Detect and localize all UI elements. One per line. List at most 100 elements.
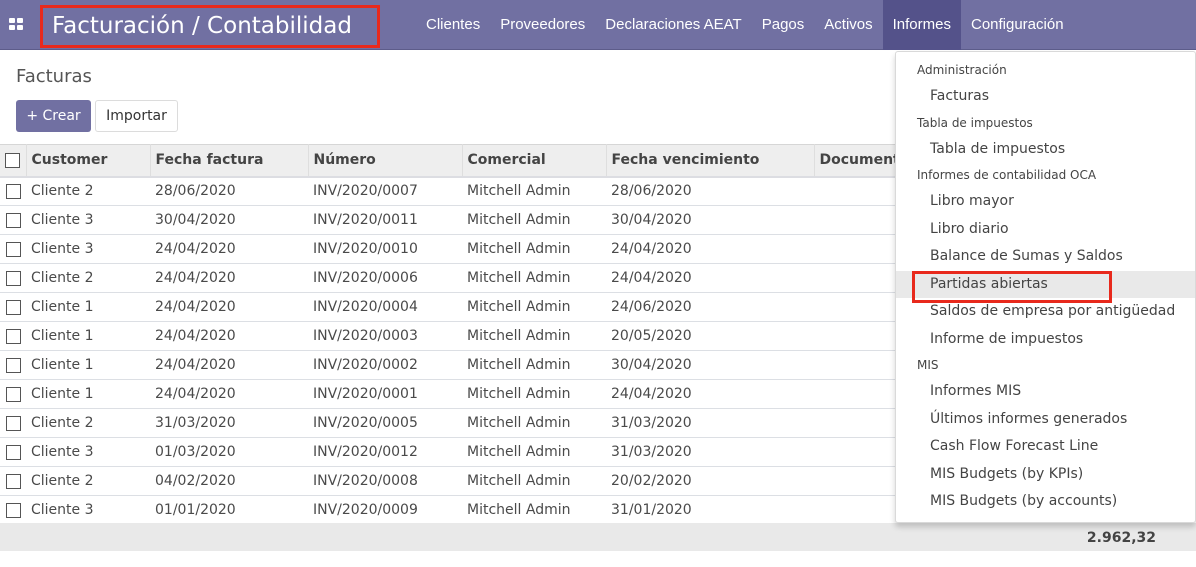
number-cell: INV/2020/0008 <box>308 466 462 496</box>
salesperson-cell: Mitchell Admin <box>462 437 606 467</box>
salesperson-cell: Mitchell Admin <box>462 176 606 206</box>
row-checkbox[interactable] <box>0 263 26 293</box>
customer-cell: Cliente 3 <box>26 205 150 235</box>
row-checkbox[interactable] <box>0 408 26 438</box>
salesperson-cell: Mitchell Admin <box>462 350 606 380</box>
menu-item-clientes[interactable]: Clientes <box>416 0 490 50</box>
row-checkbox[interactable] <box>0 205 26 235</box>
row-checkbox[interactable] <box>0 466 26 496</box>
app-brand-title[interactable]: Facturación / Contabilidad <box>40 5 380 48</box>
annotation-highlight-box <box>912 271 1112 303</box>
row-checkbox[interactable] <box>0 176 26 206</box>
customer-cell: Cliente 3 <box>26 437 150 467</box>
due-date-cell: 31/03/2020 <box>606 408 814 438</box>
page-title: Facturas <box>16 66 92 87</box>
row-checkbox[interactable] <box>0 234 26 264</box>
row-checkbox[interactable] <box>0 437 26 467</box>
due-date-cell: 24/04/2020 <box>606 379 814 409</box>
number-cell: INV/2020/0002 <box>308 350 462 380</box>
menu-item-informes[interactable]: Informes <box>882 0 961 50</box>
dropdown-item-mis-budgets-by-kpis[interactable]: MIS Budgets (by KPIs) <box>896 461 1195 489</box>
informes-dropdown-menu: Administración Facturas Tabla de impuestos… <box>895 51 1196 523</box>
invoice-date-cell: 24/04/2020 <box>150 350 308 380</box>
salesperson-cell: Mitchell Admin <box>462 234 606 264</box>
salesperson-cell: Mitchell Admin <box>462 379 606 409</box>
salesperson-cell: Mitchell Admin <box>462 495 606 525</box>
invoice-date-cell: 28/06/2020 <box>150 176 308 206</box>
dropdown-item-mis-budgets-by-accounts[interactable]: MIS Budgets (by accounts) <box>896 488 1195 516</box>
column-header-customer[interactable]: Customer <box>26 144 151 178</box>
customer-cell: Cliente 1 <box>26 292 150 322</box>
dropdown-item-balance-de-sumas-y-saldos[interactable]: Balance de Sumas y Saldos <box>896 243 1195 271</box>
menu-item-activos[interactable]: Activos <box>814 0 882 50</box>
invoice-date-cell: 24/04/2020 <box>150 292 308 322</box>
dropdown-section-header: Administración <box>917 63 1007 77</box>
dropdown-item-libro-diario[interactable]: Libro diario <box>896 216 1195 244</box>
salesperson-cell: Mitchell Admin <box>462 205 606 235</box>
menu-item-configuraci-n[interactable]: Configuración <box>961 0 1074 50</box>
dropdown-item-cash-flow-forecast-line[interactable]: Cash Flow Forecast Line <box>896 433 1195 461</box>
due-date-cell: 28/06/2020 <box>606 176 814 206</box>
dropdown-item-informe-de-impuestos[interactable]: Informe de impuestos <box>896 326 1195 354</box>
invoice-date-cell: 01/03/2020 <box>150 437 308 467</box>
number-cell: INV/2020/0011 <box>308 205 462 235</box>
dropdown-item-informes-mis[interactable]: Informes MIS <box>896 378 1195 406</box>
invoice-date-cell: 24/04/2020 <box>150 234 308 264</box>
dropdown-item-tabla-de-impuestos[interactable]: Tabla de impuestos <box>896 136 1195 164</box>
due-date-cell: 24/04/2020 <box>606 263 814 293</box>
due-date-cell: 24/04/2020 <box>606 234 814 264</box>
column-header-salesperson[interactable]: Comercial <box>462 144 607 178</box>
customer-cell: Cliente 1 <box>26 379 150 409</box>
number-cell: INV/2020/0009 <box>308 495 462 525</box>
customer-cell: Cliente 1 <box>26 321 150 351</box>
due-date-cell: 31/03/2020 <box>606 437 814 467</box>
dropdown-item-ultimos-informes-generados[interactable]: Últimos informes generados <box>896 406 1195 434</box>
dropdown-item-libro-mayor[interactable]: Libro mayor <box>896 188 1195 216</box>
row-checkbox[interactable] <box>0 321 26 351</box>
import-button[interactable]: Importar <box>95 100 178 132</box>
column-header-due-date[interactable]: Fecha vencimiento <box>606 144 815 178</box>
row-checkbox[interactable] <box>0 350 26 380</box>
total-amount: 2.962,32 <box>1086 530 1156 546</box>
apps-grid-icon[interactable] <box>9 18 23 30</box>
invoice-date-cell: 24/04/2020 <box>150 263 308 293</box>
due-date-cell: 20/05/2020 <box>606 321 814 351</box>
customer-cell: Cliente 1 <box>26 350 150 380</box>
menu-item-declaraciones-aeat[interactable]: Declaraciones AEAT <box>595 0 751 50</box>
row-checkbox[interactable] <box>0 379 26 409</box>
customer-cell: Cliente 2 <box>26 263 150 293</box>
salesperson-cell: Mitchell Admin <box>462 263 606 293</box>
dropdown-item-facturas[interactable]: Facturas <box>896 83 1195 111</box>
row-checkbox[interactable] <box>0 495 26 525</box>
number-cell: INV/2020/0004 <box>308 292 462 322</box>
salesperson-cell: Mitchell Admin <box>462 292 606 322</box>
menu-item-proveedores[interactable]: Proveedores <box>490 0 595 50</box>
due-date-cell: 20/02/2020 <box>606 466 814 496</box>
create-button[interactable]: + Crear <box>16 100 91 132</box>
select-all-checkbox[interactable] <box>0 144 27 178</box>
number-cell: INV/2020/0007 <box>308 176 462 206</box>
column-header-number[interactable]: Número <box>308 144 463 178</box>
dropdown-section-header: MIS <box>917 358 939 372</box>
invoice-date-cell: 24/04/2020 <box>150 379 308 409</box>
number-cell: INV/2020/0003 <box>308 321 462 351</box>
due-date-cell: 30/04/2020 <box>606 350 814 380</box>
column-header-invoice-date[interactable]: Fecha factura <box>150 144 309 178</box>
number-cell: INV/2020/0005 <box>308 408 462 438</box>
invoice-date-cell: 31/03/2020 <box>150 408 308 438</box>
table-footer-row <box>0 523 1196 551</box>
customer-cell: Cliente 2 <box>26 176 150 206</box>
customer-cell: Cliente 2 <box>26 408 150 438</box>
customer-cell: Cliente 2 <box>26 466 150 496</box>
top-navbar: Facturación / Contabilidad Clientes Prove… <box>0 0 1196 50</box>
row-checkbox[interactable] <box>0 292 26 322</box>
number-cell: INV/2020/0006 <box>308 263 462 293</box>
menu-item-pagos[interactable]: Pagos <box>752 0 815 50</box>
due-date-cell: 30/04/2020 <box>606 205 814 235</box>
salesperson-cell: Mitchell Admin <box>462 321 606 351</box>
invoice-date-cell: 04/02/2020 <box>150 466 308 496</box>
due-date-cell: 31/01/2020 <box>606 495 814 525</box>
customer-cell: Cliente 3 <box>26 234 150 264</box>
number-cell: INV/2020/0010 <box>308 234 462 264</box>
invoice-date-cell: 24/04/2020 <box>150 321 308 351</box>
